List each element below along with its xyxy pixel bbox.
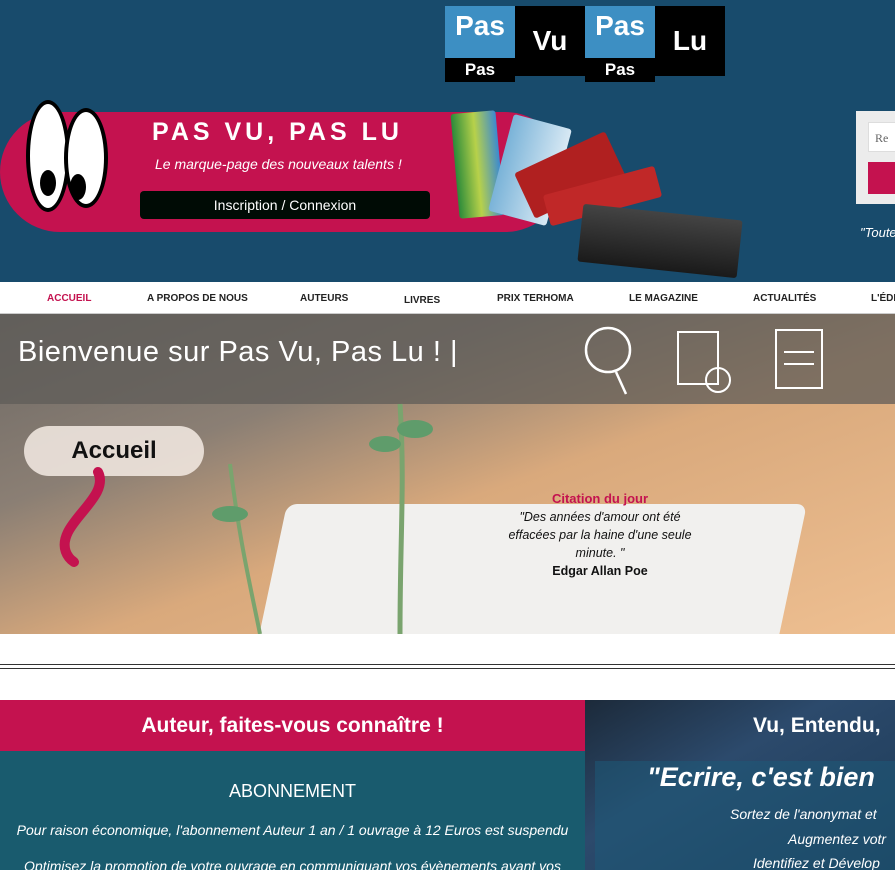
logo-text: Pas [445,58,515,82]
quote-text: "Des années d'amour ont été effacées par… [508,510,692,560]
subscription-text: Optimisez la promotion de votre ouvrage … [24,858,561,870]
hero-icons [584,326,823,395]
quote-title: Citation du jour [551,491,649,506]
subscription-panel: ABONNEMENT Pour raison économique, l'abo… [0,751,585,870]
news-panel: Vu, Entendu, "Ecrire, c'est bien Sortez … [585,700,895,870]
nav-magazine[interactable]: LE MAGAZINE [629,293,698,304]
books-icon [577,203,743,279]
search-profile-icon [584,326,632,395]
logo-text: Pas [445,6,515,58]
logo-block: Pas Pas [585,6,655,82]
document-pen-icon [775,329,823,389]
header-quote: "Toute [860,225,895,240]
logo-text: Lu [655,6,725,76]
nav-accueil[interactable]: ACCUEIL [47,293,91,304]
divider [0,664,895,665]
nav-auteurs[interactable]: AUTEURS [300,293,348,304]
brand-title: PAS VU, PAS LU [152,118,403,146]
subscription-heading: ABONNEMENT [228,781,356,801]
logo-text: Pas [585,6,655,58]
login-button[interactable]: Inscription / Connexion [140,191,430,219]
subscription-note: Pour raison économique, l'abonnement Aut… [16,822,569,838]
logo-block: Vu [515,6,585,76]
search-form: Re [856,111,895,204]
nav-edition[interactable]: L'ÉDI [871,293,895,304]
main-nav: ACCUEIL A PROPOS DE NOUS AUTEURS LIVRES … [0,282,895,314]
nav-actualites[interactable]: ACTUALITÉS [753,293,816,304]
nav-prix-terhoma[interactable]: PRIX TERHOMA [497,293,574,304]
document-clock-icon [677,331,731,393]
eye-icon [64,108,108,208]
news-heading: Vu, Entendu, [753,714,881,737]
hero-banner: Bienvenue sur Pas Vu, Pas Lu ! | Accueil… [0,314,895,634]
plant-sprouts-image [212,403,433,634]
lizard-icon [59,467,105,567]
news-line: Sortez de l'anonymat et [730,806,877,822]
news-quote: "Ecrire, c'est bien [647,762,875,792]
logo-block: Pas Pas [445,6,515,82]
quote-author: Edgar Allan Poe [552,564,648,578]
nav-livres[interactable]: LIVRES [404,295,440,306]
author-section-heading: Auteur, faites-vous connaître ! [0,700,585,751]
quote-of-the-day: Citation du jour "Des années d'amour ont… [495,490,705,580]
site-header: Pas Pas Vu Pas Pas Lu PAS VU, PAS LU Le ma… [0,0,895,282]
search-input[interactable]: Re [868,122,895,152]
logo-block: Lu [655,6,725,76]
logo-text: Vu [515,6,585,76]
nav-a-propos[interactable]: A PROPOS DE NOUS [147,293,248,304]
brand-subtitle: Le marque-page des nouveaux talents ! [155,156,402,172]
news-line: Identifiez et Dévelop [753,855,880,870]
divider [0,668,895,669]
hero-title: Bienvenue sur Pas Vu, Pas Lu ! | [18,336,458,368]
logo-text: Pas [585,58,655,82]
search-button[interactable] [868,162,895,194]
news-line: Augmentez votr [788,831,887,847]
